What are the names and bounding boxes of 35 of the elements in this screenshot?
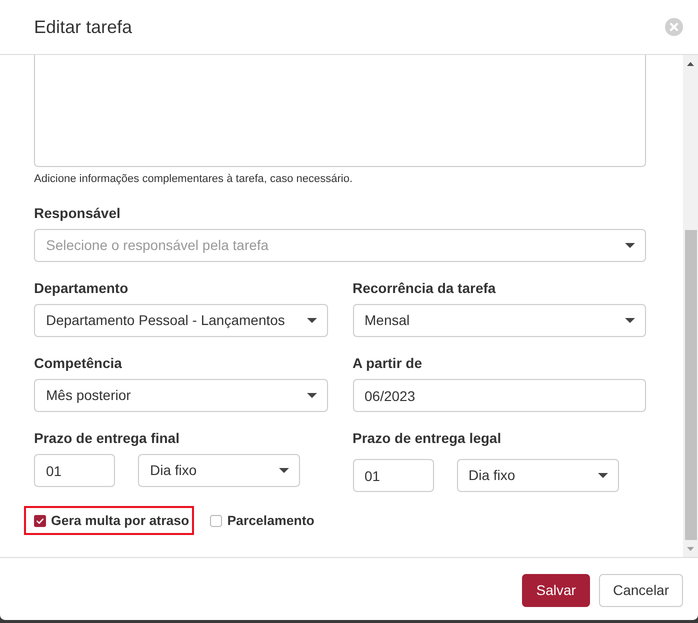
field-label: Recorrência da tarefa <box>352 279 497 298</box>
scrollbar-thumb[interactable] <box>684 230 696 540</box>
caret-icon <box>598 473 608 478</box>
select-field[interactable]: Dia fixo <box>456 459 618 492</box>
input-field[interactable]: 01 <box>352 459 434 492</box>
save-button[interactable]: Salvar <box>522 574 590 607</box>
notes-textarea[interactable] <box>34 55 646 167</box>
checkbox[interactable] <box>210 514 222 526</box>
scroll-up-icon[interactable] <box>687 62 694 66</box>
dialog-title: Editar tarefa <box>34 16 132 39</box>
scroll-down-icon[interactable] <box>687 547 694 551</box>
close-icon[interactable] <box>665 18 683 36</box>
input-field[interactable]: 01 <box>34 454 115 487</box>
field-label: Prazo de entrega legal <box>352 429 502 448</box>
field-label: Prazo de entrega final <box>34 429 180 448</box>
select-field[interactable]: Dia fixo <box>138 454 300 487</box>
select-field[interactable]: Mensal <box>352 304 646 337</box>
select-field[interactable]: Mês posterior <box>34 379 328 412</box>
field-label: Responsável <box>34 204 122 223</box>
input-field[interactable]: 06/2023 <box>352 379 646 412</box>
field-label: A partir de <box>352 354 423 373</box>
field-label: Departamento <box>34 279 130 298</box>
scrollbar-track[interactable] <box>683 55 698 557</box>
checkbox-label[interactable]: Parcelamento <box>227 510 314 531</box>
caret-icon <box>306 318 316 323</box>
field-label: Competência <box>34 354 123 373</box>
checkbox-label[interactable]: Gera multa por atraso <box>51 510 190 531</box>
help-text: Adicione informações complementares à tarefa, caso necessário. <box>34 172 354 187</box>
caret-icon <box>625 318 635 323</box>
caret-icon <box>306 393 316 398</box>
caret-icon <box>625 243 635 248</box>
caret-icon <box>279 468 289 473</box>
checkbox[interactable] <box>34 514 46 526</box>
cancel-button[interactable]: Cancelar <box>598 574 683 607</box>
select-field[interactable]: Departamento Pessoal - Lançamentos <box>34 304 328 337</box>
